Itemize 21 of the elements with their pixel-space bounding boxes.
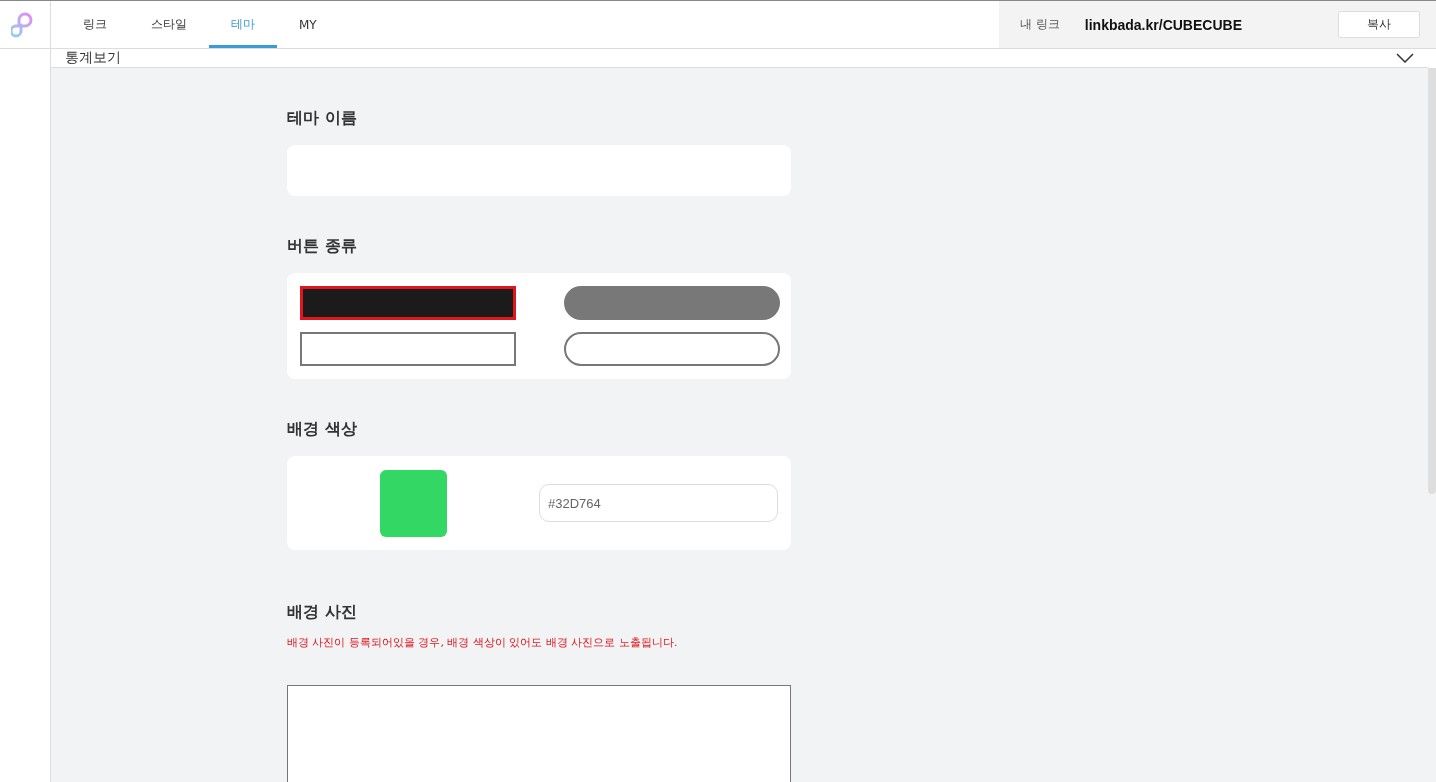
color-swatch[interactable] — [379, 469, 447, 537]
section-heading: 테마 이름 — [287, 108, 358, 129]
my-link-url: linkbada.kr/CUBECUBE — [1084, 16, 1242, 33]
section-heading: 배경 색상 — [287, 419, 358, 440]
nav-tab[interactable]: MY — [277, 1, 339, 48]
chevron-down-icon[interactable] — [1396, 53, 1414, 63]
section-heading: 버튼 종류 — [287, 236, 358, 257]
nav-tab[interactable]: 링크 — [61, 1, 129, 48]
stats-bar[interactable]: 통계보기 — [51, 49, 1428, 68]
my-link-label: 내 링크 — [1020, 16, 1060, 33]
copy-button[interactable]: 복사 — [1338, 11, 1420, 38]
button-style-option[interactable] — [564, 286, 780, 320]
button-style-option[interactable] — [300, 332, 516, 366]
stats-label: 통계보기 — [65, 49, 121, 67]
nav-tab[interactable]: 스타일 — [129, 1, 209, 48]
scrollbar[interactable] — [1428, 68, 1436, 494]
button-style-option[interactable] — [300, 286, 516, 320]
hex-color-field[interactable]: #32D764 — [539, 484, 778, 522]
button-style-option[interactable] — [564, 332, 780, 366]
section-heading: 배경 사진 — [287, 602, 358, 623]
notice-text: 배경 사진이 등록되어있을 경우, 배경 색상이 있어도 배경 사진으로 노출됩니다. — [287, 635, 679, 650]
